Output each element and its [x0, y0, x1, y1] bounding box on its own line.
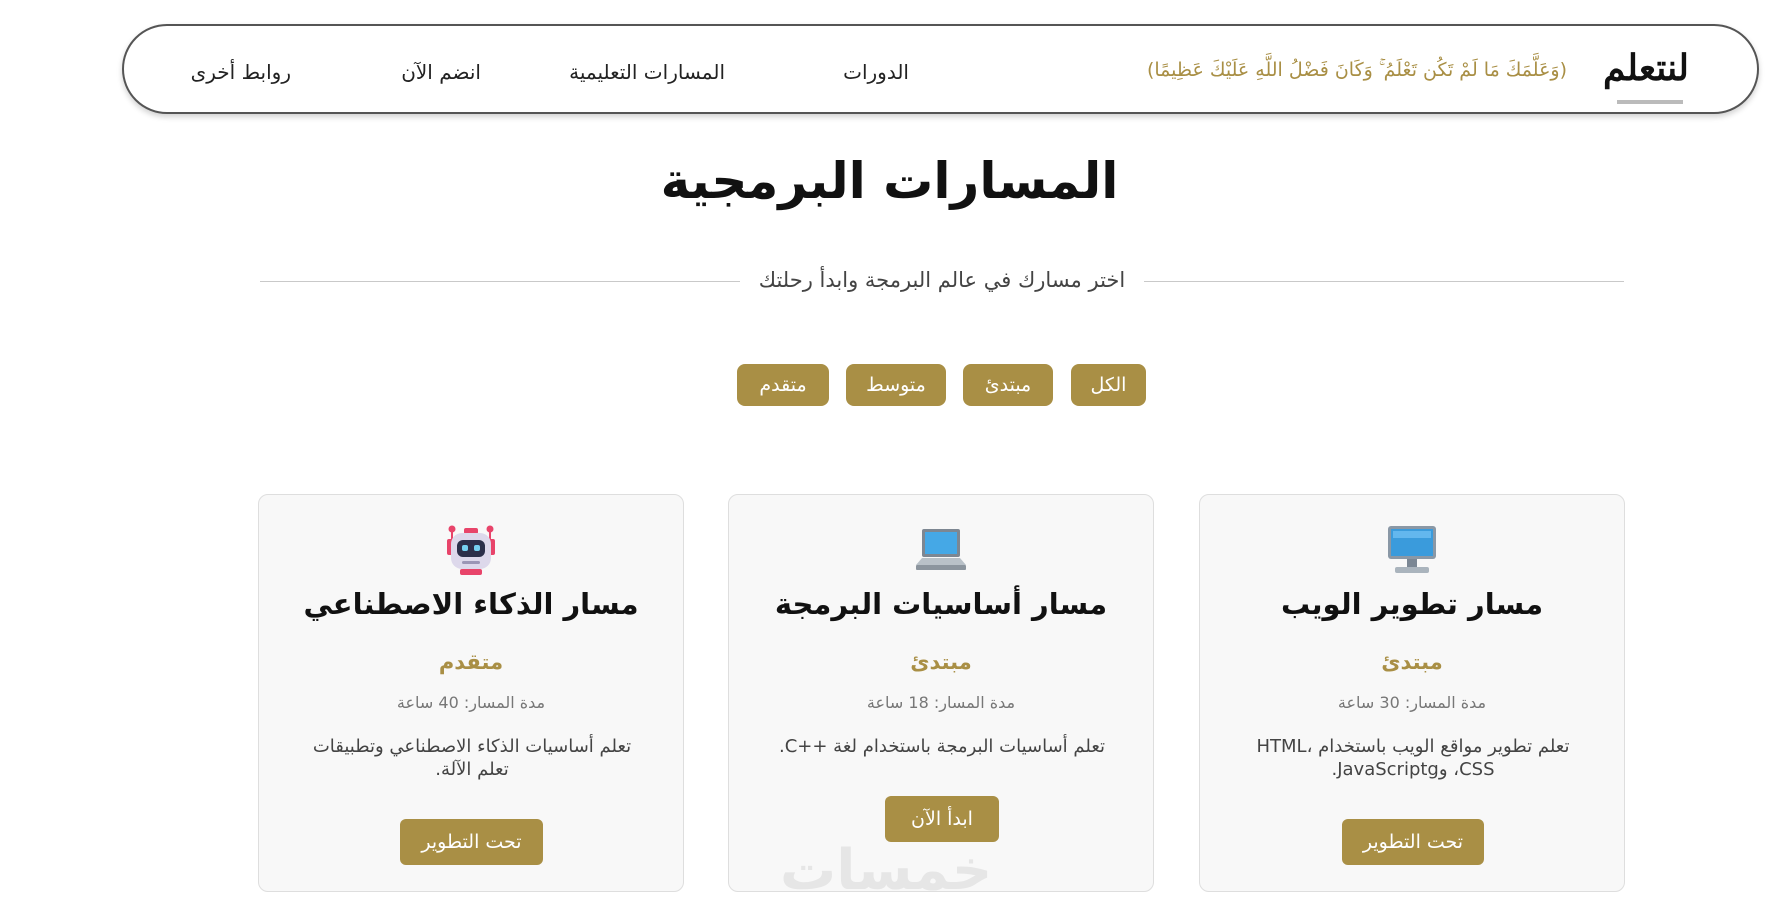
card-duration: مدة المسار: 18 ساعة	[866, 693, 1016, 712]
under-development-button[interactable]: تحت التطوير	[400, 819, 543, 865]
card-title: مسار تطوير الويب	[1280, 587, 1544, 621]
watermark: خمسات	[780, 838, 993, 903]
card-description: تعلم أساسيات الذكاء الاصطناعي وتطبيقات ت…	[312, 736, 632, 780]
card-title: مسار الذكاء الاصطناعي	[303, 587, 639, 621]
subtitle-row: اختر مسارك في عالم البرمجة وابدأ رحلتك	[260, 268, 1624, 296]
filter-beginner-button[interactable]: مبتدئ	[963, 364, 1053, 406]
laptop-icon	[729, 523, 1153, 577]
card-level: مبتدئ	[910, 650, 972, 674]
filter-all-button[interactable]: الكل	[1071, 364, 1146, 406]
nav-link-learning-paths[interactable]: المسارات التعليمية	[569, 60, 725, 84]
nav-link-other-links[interactable]: روابط أخرى	[191, 60, 291, 84]
path-card-programming-basics: مسار أساسيات البرمجة مبتدئ مدة المسار: 1…	[728, 494, 1154, 892]
card-title: مسار أساسيات البرمجة	[774, 587, 1108, 621]
site-logo[interactable]: لنتعلم	[1603, 44, 1689, 124]
card-description: تعلم أساسيات البرمجة باستخدام لغة ++C.	[778, 736, 1106, 757]
card-description: تعلم تطوير مواقع الويب باستخدام HTML، CS…	[1256, 736, 1570, 780]
page-subtitle: اختر مسارك في عالم البرمجة وابدأ رحلتك	[758, 268, 1126, 292]
path-card-web: مسار تطوير الويب مبتدئ مدة المسار: 30 سا…	[1199, 494, 1625, 892]
logo-text: لنتعلم	[1603, 47, 1689, 89]
path-card-ai: مسار الذكاء الاصطناعي متقدم مدة المسار: …	[258, 494, 684, 892]
card-duration: مدة المسار: 40 ساعة	[396, 693, 546, 712]
logo-underline	[1617, 100, 1683, 104]
card-level: متقدم	[438, 650, 504, 674]
nav-link-courses[interactable]: الدورات	[843, 60, 909, 84]
filter-advanced-button[interactable]: متقدم	[737, 364, 829, 406]
robot-icon	[259, 523, 683, 577]
card-duration: مدة المسار: 30 ساعة	[1337, 693, 1487, 712]
navbar: لنتعلم (وَعَلَّمَكَ مَا لَمْ تَكُن تَعْل…	[122, 24, 1759, 114]
nav-link-join-now[interactable]: انضم الآن	[401, 60, 481, 84]
card-level: مبتدئ	[1381, 650, 1443, 674]
page-title: المسارات البرمجية	[660, 152, 1119, 210]
desktop-computer-icon	[1200, 523, 1624, 577]
under-development-button[interactable]: تحت التطوير	[1342, 819, 1484, 865]
start-now-button[interactable]: ابدأ الآن	[885, 796, 999, 842]
filter-intermediate-button[interactable]: متوسط	[846, 364, 946, 406]
quran-verse: (وَعَلَّمَكَ مَا لَمْ تَكُن تَعْلَمُ ۚ و…	[1146, 59, 1567, 81]
